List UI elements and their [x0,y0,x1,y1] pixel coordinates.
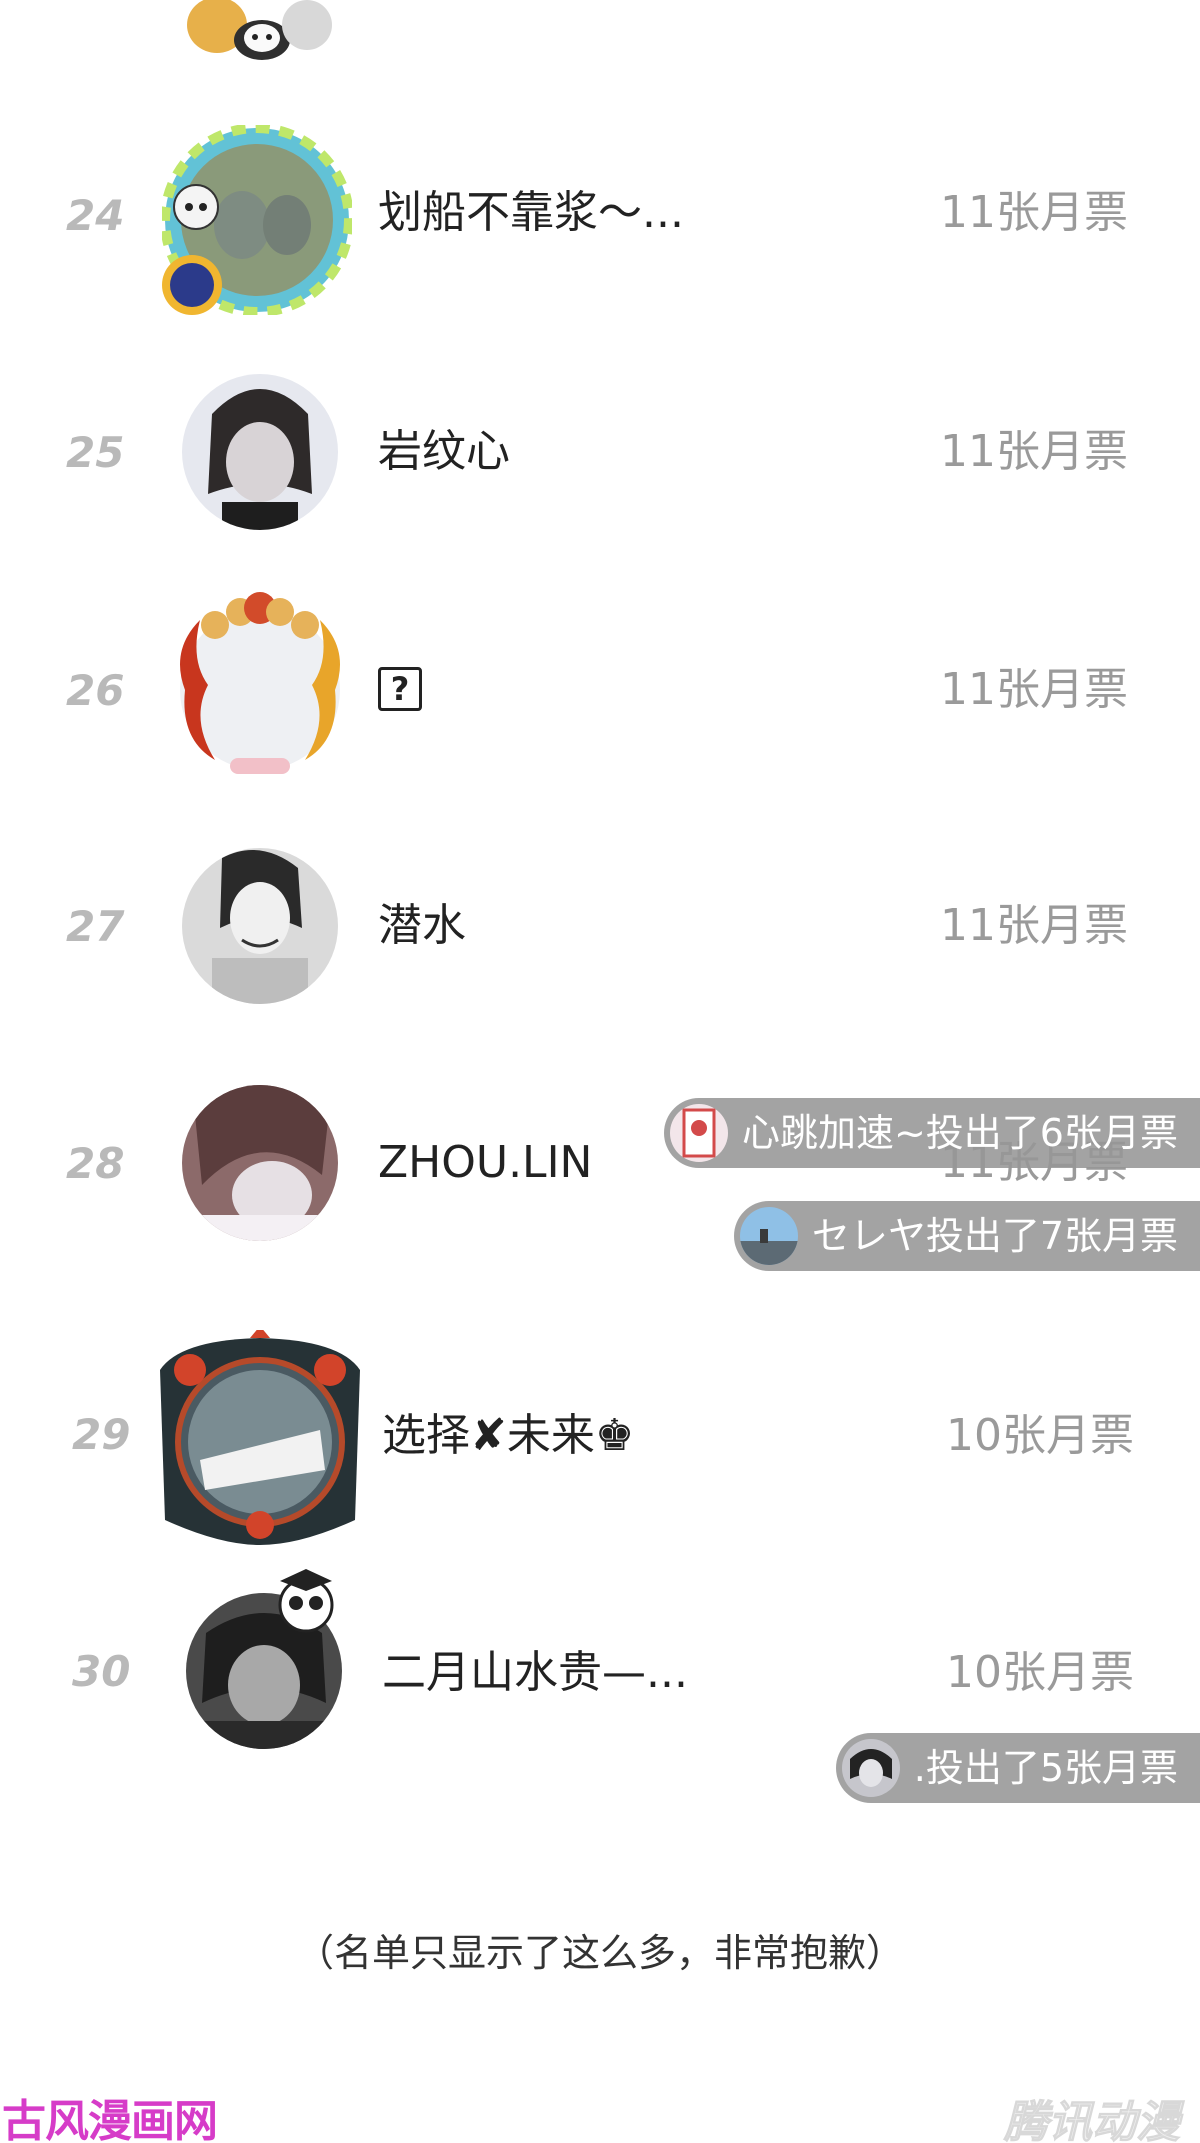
user-name[interactable]: 潜水 [378,904,466,948]
owl-badge-icon [240,1565,342,1637]
toast-avatar [669,1104,728,1162]
vote-count: 11张月票 [940,664,1128,715]
rank-number: 24 [66,191,125,240]
rank-number: 27 [66,902,125,951]
avatar-frame[interactable] [150,1326,370,1550]
watermark-left: 古风漫画网 [2,2096,218,2143]
avatar[interactable] [182,374,338,530]
ranking-row[interactable]: 26 ? 11张月票 [0,590,1192,790]
question-box: ? [378,667,422,711]
toast-avatar [739,1207,798,1265]
ranking-row[interactable]: 29 选择✘未来♚ 10张月票 [0,1326,1192,1545]
avatar[interactable] [182,1085,338,1241]
toast-text: セレヤ投出了7张月票 [811,1214,1178,1258]
user-name[interactable]: 二月山水贵—... [382,1651,688,1695]
avatar-frame[interactable] [160,590,360,790]
avatar-partial-row-23 [162,0,362,60]
vote-notification-toast: 心跳加速~投出了6张月票 [663,1098,1200,1168]
rank-number: 25 [66,428,125,477]
vote-count: 11张月票 [940,900,1128,951]
vote-count: 11张月票 [940,426,1128,477]
toast-text: 心跳加速~投出了6张月票 [741,1111,1178,1155]
avatar[interactable] [160,123,354,317]
user-name[interactable]: 选择✘未来♚ [382,1414,634,1458]
user-name[interactable]: ZHOU.LIN [378,1141,592,1185]
vote-count: 10张月票 [946,1410,1134,1461]
vote-notification-toast: セレヤ投出了7张月票 [733,1201,1200,1271]
ranking-row[interactable]: 24 划船不靠浆～... 11张月票 [0,115,1192,317]
ranking-row[interactable]: 25 岩纹心 11张月票 [0,352,1192,552]
rank-number: 30 [72,1647,131,1696]
avatar[interactable] [182,848,338,1004]
vote-notification-toast: .投出了5张月票 [835,1733,1200,1803]
rank-number: 28 [66,1139,125,1188]
watermark-right: 腾讯动漫 [1004,2097,1181,2143]
monthly-ticket-ranking-panel: 24 划船不靠浆～... 11张月票 25 岩纹心 11张月票 26 ? 11张… [0,0,1200,1805]
toast-avatar [841,1739,900,1797]
rank-number: 29 [72,1410,131,1459]
user-name[interactable]: 岩纹心 [378,430,510,474]
footnote-text: （名单只显示了这么多，非常抱歉） [295,1931,904,1975]
vote-count: 10张月票 [946,1647,1134,1698]
user-name[interactable]: ? [378,664,422,711]
toast-text: .投出了5张月票 [913,1746,1178,1790]
vote-count: 11张月票 [940,187,1128,238]
ranking-row[interactable]: 27 潜水 11张月票 [0,826,1192,1026]
user-name[interactable]: 划船不靠浆～... [378,191,684,235]
rank-number: 26 [66,666,125,715]
